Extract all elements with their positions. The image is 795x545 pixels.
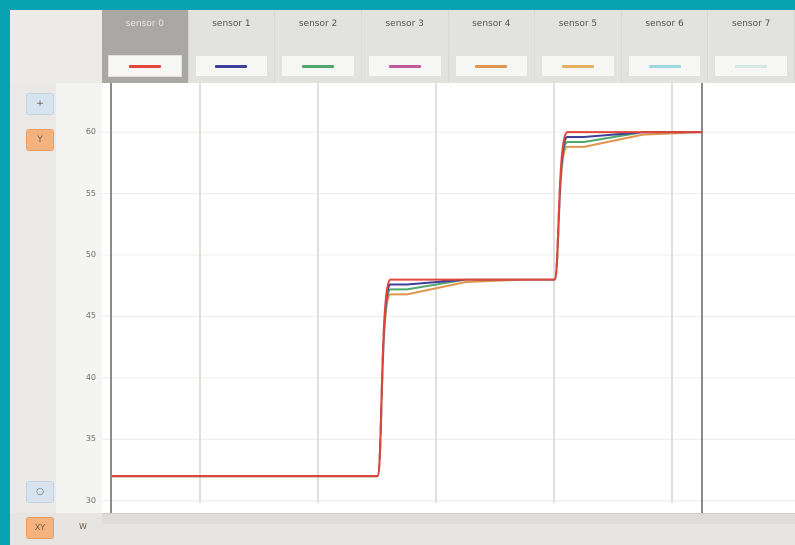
tab-sensor-3[interactable]: sensor 3 bbox=[361, 10, 449, 83]
tab-sensor-5[interactable]: sensor 5 bbox=[535, 10, 622, 83]
tab-sensor-4[interactable]: sensor 4 bbox=[448, 10, 536, 83]
xy-toggle-button[interactable]: XY bbox=[26, 517, 54, 539]
legend-swatch-box bbox=[454, 55, 529, 77]
bottom-bar: XY W bbox=[10, 513, 795, 545]
x-axis-button[interactable]: W bbox=[70, 517, 96, 537]
tab-sensor-6[interactable]: sensor 6 bbox=[621, 10, 709, 83]
circle-icon: ○ bbox=[36, 487, 44, 497]
y-tick-label: 40 bbox=[85, 372, 96, 382]
plus-icon: + bbox=[36, 99, 44, 109]
y-axis-button-label: Y bbox=[37, 135, 43, 145]
line-chart[interactable] bbox=[102, 83, 795, 513]
tab-label: sensor 0 bbox=[125, 19, 165, 29]
y-axis-column bbox=[56, 83, 102, 513]
x-axis-button-label: W bbox=[79, 522, 87, 531]
tab-sensor-7[interactable]: sensor 7 bbox=[708, 10, 795, 83]
tab-label: sensor 6 bbox=[645, 19, 684, 29]
y-tick-label: 55 bbox=[85, 188, 96, 198]
y-tick-label: 35 bbox=[85, 434, 96, 444]
reset-view-button[interactable]: ○ bbox=[26, 481, 54, 503]
legend-swatch-box bbox=[281, 55, 355, 77]
legend-swatch-box bbox=[627, 55, 702, 77]
legend-swatch-box bbox=[367, 55, 442, 77]
zoom-in-button[interactable]: + bbox=[26, 93, 54, 115]
legend-swatch bbox=[388, 65, 421, 68]
tab-sensor-0[interactable]: sensor 0 bbox=[102, 10, 189, 83]
plot-area[interactable] bbox=[102, 83, 795, 513]
y-tick-label: 45 bbox=[85, 311, 96, 321]
tab-sensor-2[interactable]: sensor 2 bbox=[275, 10, 362, 83]
tab-label: sensor 5 bbox=[558, 19, 598, 29]
chart-window: sensor 0 sensor 1 sensor 2 sensor 3 sensor 4… bbox=[10, 10, 795, 545]
legend-swatch bbox=[215, 65, 248, 68]
y-tick-label: 60 bbox=[85, 127, 96, 137]
legend-swatch bbox=[475, 65, 508, 68]
horizontal-scrollbar[interactable] bbox=[102, 513, 795, 524]
tab-label: sensor 4 bbox=[472, 19, 511, 29]
legend-swatch bbox=[735, 65, 768, 68]
corner-box bbox=[10, 10, 103, 83]
tab-label: sensor 3 bbox=[385, 19, 424, 29]
tab-label: sensor 1 bbox=[212, 19, 251, 29]
legend-swatch-box bbox=[108, 55, 182, 77]
legend-swatch-box bbox=[541, 55, 615, 77]
sensor-tabs: sensor 0 sensor 1 sensor 2 sensor 3 sensor 4… bbox=[102, 10, 795, 83]
legend-swatch-box bbox=[714, 55, 788, 77]
legend-swatch-box bbox=[194, 55, 269, 77]
tab-sensor-1[interactable]: sensor 1 bbox=[188, 10, 276, 83]
legend-swatch bbox=[302, 65, 335, 68]
y-tick-label: 50 bbox=[85, 250, 96, 259]
xy-toggle-label: XY bbox=[34, 523, 46, 532]
legend-swatch bbox=[128, 65, 161, 68]
y-tick-label: 30 bbox=[85, 495, 96, 505]
left-toolbar: + Y ○ bbox=[10, 83, 56, 513]
legend-swatch bbox=[648, 65, 681, 68]
y-axis-button[interactable]: Y bbox=[26, 129, 54, 151]
tab-label: sensor 2 bbox=[298, 19, 338, 29]
legend-swatch bbox=[561, 65, 594, 68]
tab-label: sensor 7 bbox=[731, 19, 771, 29]
